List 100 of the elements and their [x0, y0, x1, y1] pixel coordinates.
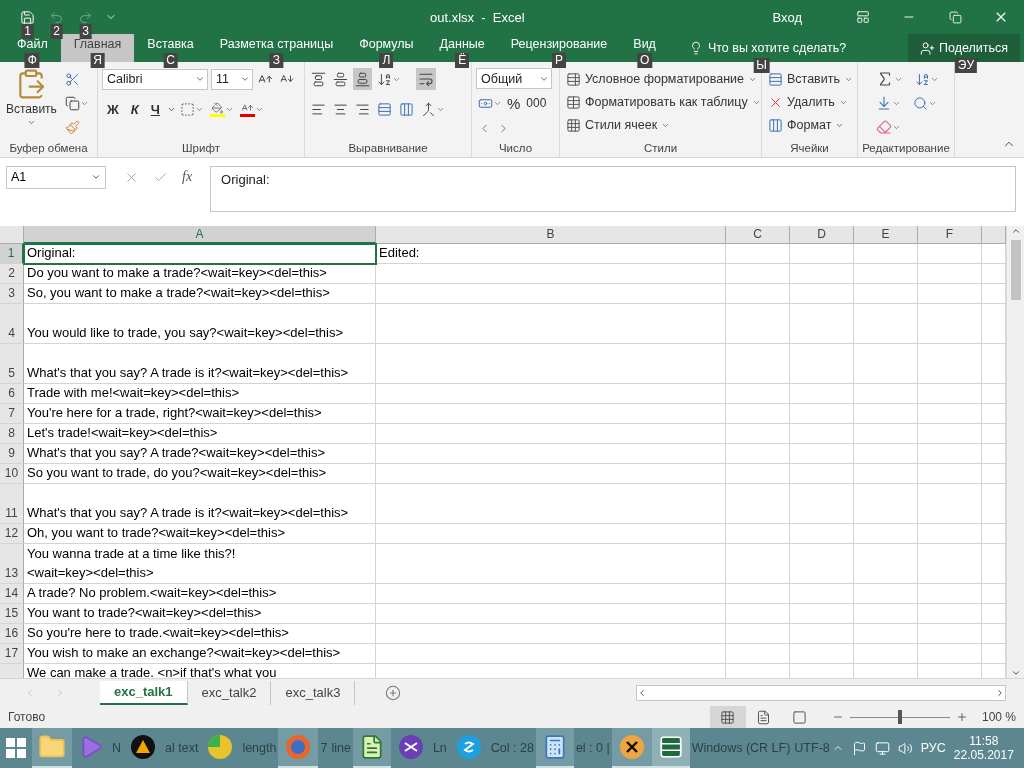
- table-cell: [726, 483, 790, 524]
- table-cell: [790, 543, 854, 584]
- language-indicator[interactable]: РУС: [920, 741, 946, 755]
- column-header[interactable]: D: [790, 225, 854, 244]
- paste-button[interactable]: Вставить: [4, 68, 59, 141]
- keytip: Л: [379, 53, 394, 68]
- clock[interactable]: 11:58 22.05.2017: [953, 734, 1014, 762]
- select-all-corner[interactable]: [0, 225, 24, 244]
- styles-menu-button[interactable]: Форматировать как таблицу: [564, 91, 763, 113]
- column-header[interactable]: E: [854, 225, 918, 244]
- font-style-button[interactable]: К: [125, 99, 144, 119]
- row-header[interactable]: 6: [0, 383, 24, 404]
- table-cell: [918, 463, 982, 484]
- table-cell: [854, 523, 918, 544]
- font-style-button[interactable]: Ч: [145, 99, 165, 119]
- row-header[interactable]: 16: [0, 623, 24, 644]
- table-cell: [982, 263, 1006, 284]
- cell-text: A trade? No problem.<wait=key><del=this>: [27, 583, 277, 602]
- column-header[interactable]: A: [24, 225, 376, 244]
- name-box[interactable]: A1: [6, 165, 106, 189]
- row-header[interactable]: 15: [0, 603, 24, 624]
- row-header[interactable]: 2: [0, 263, 24, 284]
- column-header[interactable]: C: [726, 225, 790, 244]
- table-cell: [790, 403, 854, 424]
- row-header[interactable]: 11: [0, 483, 24, 524]
- sheet-tab[interactable]: exc_talk2: [187, 680, 272, 705]
- row-header[interactable]: 7: [0, 403, 24, 424]
- align-icon: [333, 71, 348, 87]
- table-cell: [918, 603, 982, 624]
- vertical-scrollbar[interactable]: [1006, 225, 1024, 679]
- sheet-tab[interactable]: exc_talk3: [271, 680, 356, 705]
- table-cell: [982, 523, 1006, 544]
- cells-menu-button[interactable]: Формат: [766, 114, 855, 136]
- background-status-text: UTF-8: [793, 741, 831, 755]
- row-header[interactable]: 5: [0, 343, 24, 384]
- wrap-text-button[interactable]: [416, 68, 436, 90]
- table-cell: [790, 643, 854, 664]
- view-button[interactable]: [709, 706, 746, 728]
- taskbar-app-button[interactable]: [611, 728, 652, 768]
- styles-menu-button[interactable]: Стили ячеек: [564, 114, 763, 136]
- zoom-slider-thumb[interactable]: [897, 710, 902, 724]
- flag-icon: [851, 740, 867, 756]
- table-cell: [854, 343, 918, 384]
- column-header[interactable]: B: [376, 225, 726, 244]
- formula-field[interactable]: Original:: [210, 165, 1016, 212]
- row-header[interactable]: 3: [0, 283, 24, 304]
- row-header[interactable]: 12: [0, 523, 24, 544]
- column-header[interactable]: F: [918, 225, 982, 244]
- row-header[interactable]: 17: [0, 643, 24, 664]
- wrap-text-icon: [418, 71, 434, 87]
- background-status-text: 7: [319, 741, 329, 755]
- cells-menu-button[interactable]: Удалить: [766, 91, 855, 113]
- keytip: 3: [79, 23, 92, 39]
- group-label: Буфер обмена: [8, 140, 89, 156]
- sheet-tab[interactable]: exc_talk1: [100, 680, 188, 705]
- table-cell: [918, 383, 982, 404]
- row-header[interactable]: 9: [0, 443, 24, 464]
- vertical-align-button[interactable]: [353, 68, 372, 90]
- eraser-icon: [876, 119, 892, 135]
- insert-function-label[interactable]: fx: [182, 169, 193, 186]
- horizontal-scrollbar[interactable]: [636, 684, 1006, 701]
- percent-button[interactable]: %: [504, 94, 524, 112]
- zoom-level[interactable]: 100 %: [981, 710, 1016, 724]
- table-cell: [726, 423, 790, 444]
- font-style-button[interactable]: Ж: [102, 99, 124, 119]
- table-cell: [918, 643, 982, 664]
- table-cell: [726, 583, 790, 604]
- table-cell: [918, 263, 982, 284]
- row-header[interactable]: 14: [0, 583, 24, 604]
- sign-in-link[interactable]: Вход: [772, 9, 802, 25]
- background-status-text: al text: [164, 741, 200, 755]
- keytip: Ё: [455, 53, 470, 68]
- row-header[interactable]: 13: [0, 543, 24, 584]
- table-cell: [726, 463, 790, 484]
- copy-icon: [64, 95, 80, 111]
- row-header[interactable]: 4: [0, 303, 24, 344]
- row-header[interactable]: 8: [0, 423, 24, 444]
- font-color-icon: [239, 101, 255, 117]
- tell-me-text: Что вы хотите сделать?: [707, 41, 847, 55]
- align-right-icon: [355, 101, 370, 117]
- table-cell: [790, 623, 854, 644]
- save-icon: [20, 9, 35, 25]
- view-icon: [720, 709, 736, 725]
- number-format-field[interactable]: Общий: [476, 68, 552, 89]
- thousands-button[interactable]: 000: [523, 96, 550, 110]
- align-left-icon: [311, 101, 326, 117]
- cell-text: You wanna trade at a time like this?!<wait=key><del=this>: [27, 544, 237, 582]
- table-style-icon: [566, 71, 581, 87]
- caret-icon: [240, 74, 250, 84]
- table-cell: [726, 343, 790, 384]
- row-header[interactable]: 1: [0, 243, 24, 264]
- font-size-field[interactable]: 11: [211, 68, 253, 90]
- scrollbar-thumb[interactable]: [1010, 239, 1021, 300]
- font-name-field[interactable]: Calibri: [102, 68, 208, 90]
- row-header[interactable]: 10: [0, 463, 24, 484]
- table-cell: [982, 543, 1006, 584]
- table-cell: [918, 283, 982, 304]
- column-header[interactable]: [982, 225, 1006, 244]
- taskbar-app-button[interactable]: [651, 728, 690, 768]
- scroll-left-icon: [637, 687, 647, 698]
